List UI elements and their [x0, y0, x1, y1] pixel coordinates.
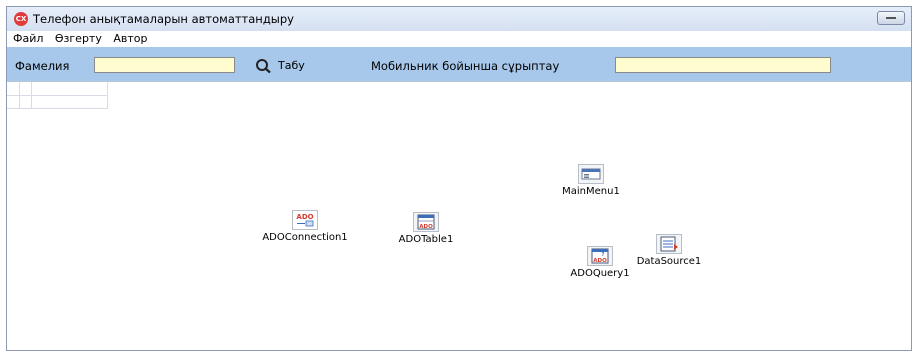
- menu-bar: Файл Өзгерту Автор: [7, 31, 911, 47]
- sort-label: Мобильник бойынша сұрыптау: [371, 59, 560, 73]
- component-label: DataSource1: [636, 256, 702, 267]
- search-button[interactable]: Табу: [255, 57, 315, 75]
- data-grid[interactable]: [7, 82, 108, 109]
- search-panel: Фамелия Табу Мобильник бойынша сұрыптау: [7, 47, 911, 81]
- component-adoconnection[interactable]: ADO ADOConnection1: [260, 210, 350, 243]
- search-button-label: Табу: [278, 59, 305, 72]
- svg-text:ADO: ADO: [593, 258, 607, 264]
- title-bar: CX Телефон анықтамаларын автоматтандыру: [7, 7, 911, 31]
- data-source-icon: [656, 234, 682, 254]
- component-mainmenu[interactable]: MainMenu1: [553, 164, 629, 197]
- app-icon: CX: [14, 12, 28, 26]
- component-label: ADOTable1: [398, 234, 454, 245]
- menu-item-file[interactable]: Файл: [7, 31, 47, 46]
- surname-input[interactable]: [94, 57, 235, 73]
- component-adoquery[interactable]: ? ADO ADOQuery1: [565, 246, 635, 279]
- component-label: ADOConnection1: [262, 232, 348, 243]
- component-label: MainMenu1: [562, 186, 620, 197]
- main-menu-icon: [578, 164, 604, 184]
- component-label: ADOQuery1: [570, 268, 630, 279]
- component-datasource[interactable]: DataSource1: [635, 234, 703, 267]
- main-window: CX Телефон анықтамаларын автоматтандыру …: [6, 6, 912, 351]
- minimize-button[interactable]: [877, 11, 905, 25]
- ado-connection-icon: ADO: [292, 210, 318, 230]
- form-design-area: MainMenu1 ADO ADOConnection1 ADO ADOTabl…: [7, 81, 911, 350]
- ado-table-icon: ADO: [413, 212, 439, 232]
- component-adotable[interactable]: ADO ADOTable1: [391, 212, 461, 245]
- menu-item-edit[interactable]: Өзгерту: [51, 31, 106, 46]
- minimize-icon: [886, 17, 896, 19]
- surname-label: Фамелия: [15, 59, 70, 73]
- ado-query-icon: ? ADO: [587, 246, 613, 266]
- sort-input[interactable]: [615, 57, 831, 73]
- svg-text:ADO: ADO: [419, 224, 433, 230]
- magnifier-icon: [256, 59, 271, 74]
- menu-item-author[interactable]: Автор: [109, 31, 151, 46]
- window-title: Телефон анықтамаларын автоматтандыру: [33, 12, 294, 26]
- svg-text:ADO: ADO: [296, 213, 313, 221]
